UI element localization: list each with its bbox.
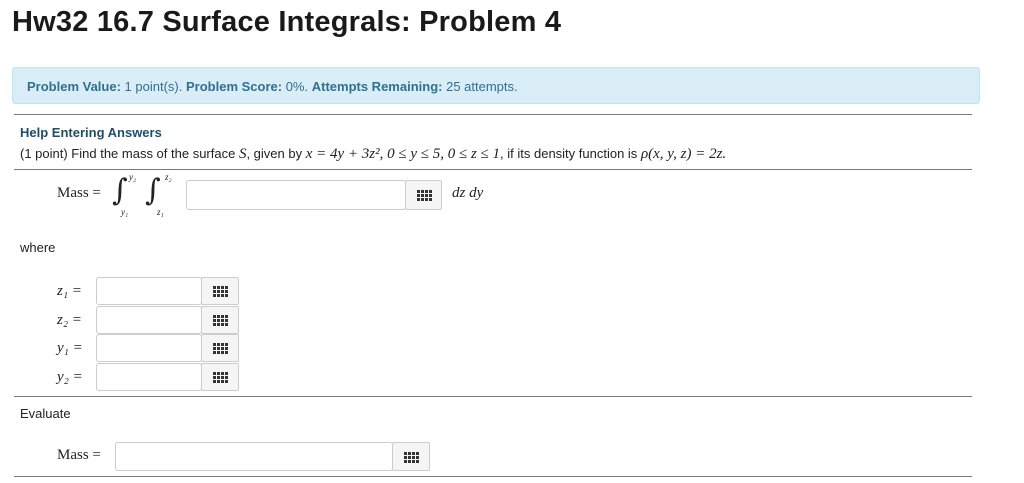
score-label: Problem Score:	[185, 79, 283, 94]
equation-editor-button-y2[interactable]	[201, 363, 239, 391]
equation-editor-button-z2[interactable]	[201, 306, 239, 334]
bound-label-z2: z₂ =	[57, 312, 82, 328]
equation-editor-icon	[213, 286, 228, 297]
divider-problem	[14, 169, 972, 170]
problem-prefix: (1 point) Find the mass of the surface	[20, 146, 239, 161]
help-entering-answers-link[interactable]: Help Entering Answers	[20, 125, 162, 140]
inner-lower-bound: z₁	[157, 207, 164, 217]
outer-lower-bound: y₁	[121, 207, 129, 217]
equation-editor-button-integrand[interactable]	[405, 180, 442, 210]
differential-label: dz dy	[452, 185, 484, 201]
problem-given: , given by	[246, 146, 306, 161]
equation-editor-icon	[213, 343, 228, 354]
problem-status-box: Problem Value: 1 point(s). Problem Score…	[12, 67, 980, 104]
divider-evaluate	[14, 396, 972, 397]
score-text: 0%.	[285, 79, 309, 94]
equation-editor-button-y1[interactable]	[201, 334, 239, 362]
y1-input[interactable]	[96, 334, 202, 362]
evaluate-label: Evaluate	[20, 406, 71, 421]
mass-integral-label: Mass =	[57, 185, 101, 201]
where-label: where	[20, 240, 56, 255]
problem-statement: (1 point) Find the mass of the surface S…	[20, 146, 726, 163]
attempts-label: Attempts Remaining:	[311, 79, 443, 94]
outer-integral-sign: ∫	[112, 173, 128, 208]
density-function: ρ(x, y, z) = 2z.	[640, 146, 727, 162]
equation-editor-icon	[213, 372, 228, 383]
outer-upper-bound: y₂	[129, 172, 137, 182]
y2-input[interactable]	[96, 363, 202, 391]
bound-label-y2: y₂ =	[57, 369, 83, 385]
equation-editor-button-z1[interactable]	[201, 277, 239, 305]
bound-label-z1: z₁ =	[57, 283, 82, 299]
inner-upper-bound: z₂	[165, 172, 172, 182]
bound-label-y1: y₁ =	[57, 340, 83, 356]
surface-equation: x = 4y + 3z², 0 ≤ y ≤ 5, 0 ≤ z ≤ 1	[305, 146, 501, 162]
final-mass-label: Mass =	[57, 447, 101, 463]
page-title: Hw32 16.7 Surface Integrals: Problem 4	[12, 6, 562, 38]
final-mass-input[interactable]	[115, 442, 393, 471]
divider-bottom	[14, 476, 972, 477]
divider-top	[14, 114, 972, 115]
attempts-text: 25 attempts.	[446, 79, 518, 94]
z1-input[interactable]	[96, 277, 202, 305]
equation-editor-icon	[213, 315, 228, 326]
z2-input[interactable]	[96, 306, 202, 334]
equation-editor-icon	[416, 190, 432, 201]
integrand-input[interactable]	[186, 180, 406, 210]
density-text: , if its density function is	[500, 146, 641, 161]
equation-editor-button-final[interactable]	[392, 442, 430, 471]
inner-integral-sign: ∫	[145, 173, 161, 208]
problem-status-text: Problem Value: 1 point(s). Problem Score…	[27, 79, 518, 94]
value-label: Problem Value:	[27, 79, 121, 94]
equation-editor-icon	[404, 451, 419, 463]
value-text: 1 point(s).	[124, 79, 183, 94]
